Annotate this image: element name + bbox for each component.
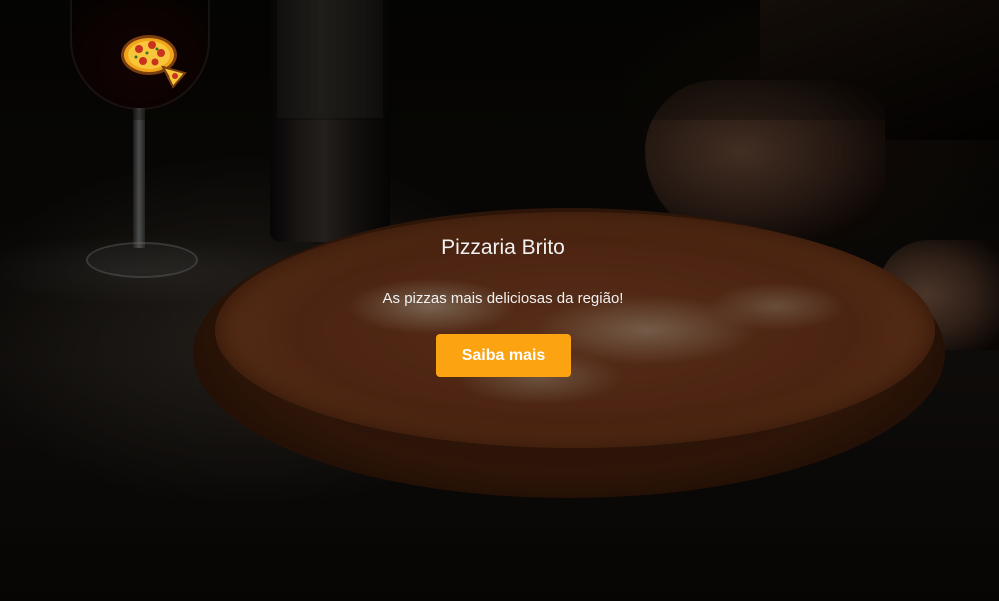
hero-section: Pizzaria Brito As pizzas mais deliciosas… [0, 0, 999, 601]
hero-title: Pizzaria Brito [441, 236, 565, 259]
hero-subtitle: As pizzas mais deliciosas da região! [382, 290, 624, 307]
saiba-mais-button[interactable]: Saiba mais [436, 334, 571, 377]
hero-content: Pizzaria Brito As pizzas mais deliciosas… [0, 0, 999, 601]
